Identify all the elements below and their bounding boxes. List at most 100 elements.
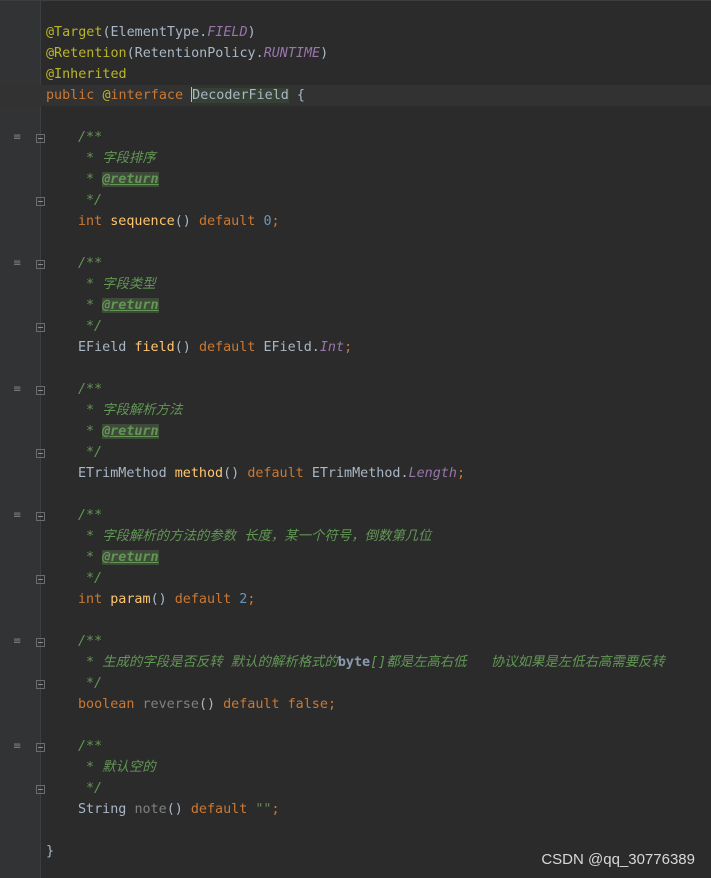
doc-comment: * 生成的字段是否反转 默认的解析格式的: [86, 655, 338, 670]
code-line[interactable]: * @return: [0, 547, 711, 568]
code-line[interactable]: */: [0, 316, 711, 337]
doc-comment: /**: [78, 382, 103, 397]
keyword: default: [223, 697, 288, 712]
code-line[interactable]: int sequence() default 0;: [0, 211, 711, 232]
code-line[interactable]: * 字段类型: [0, 274, 711, 295]
number-literal: 0: [263, 214, 272, 229]
doc-tag: @return: [102, 172, 159, 187]
boolean-literal: false: [287, 697, 328, 712]
code-text: ): [247, 25, 256, 40]
semicolon: ;: [271, 214, 280, 229]
code-line[interactable]: * 默认空的: [0, 757, 711, 778]
code-line[interactable]: boolean reverse() default false;: [0, 694, 711, 715]
code-line[interactable]: @Inherited: [0, 64, 711, 85]
method-name: field: [134, 340, 175, 355]
annotation: @: [102, 88, 111, 103]
code-text: (): [150, 592, 175, 607]
code-text: (): [174, 214, 199, 229]
keyword: int: [78, 214, 111, 229]
method-name: sequence: [110, 214, 175, 229]
code-text: (): [166, 802, 191, 817]
doc-comment: */: [86, 571, 103, 586]
doc-comment: /**: [78, 634, 103, 649]
doc-comment: /**: [78, 130, 103, 145]
code-line[interactable]: ETrimMethod method() default ETrimMethod…: [0, 463, 711, 484]
type-name: ETrimMethod.: [311, 466, 409, 481]
doc-comment: /**: [78, 739, 103, 754]
semicolon: ;: [456, 466, 465, 481]
code-line-current[interactable]: public @interface DecoderField {: [0, 85, 711, 106]
semicolon: ;: [247, 592, 256, 607]
code-line[interactable]: * @return: [0, 421, 711, 442]
doc-comment: */: [86, 319, 103, 334]
code-line[interactable]: */: [0, 673, 711, 694]
code-line[interactable]: int param() default 2;: [0, 589, 711, 610]
code-line[interactable]: /**: [0, 253, 711, 274]
doc-comment: */: [86, 445, 103, 460]
code-line[interactable]: EField field() default EField.Int;: [0, 337, 711, 358]
code-line[interactable]: @Retention(RetentionPolicy.RUNTIME): [0, 43, 711, 64]
doc-tag: @return: [102, 298, 159, 313]
doc-comment: */: [86, 193, 103, 208]
type-name: EField: [78, 340, 135, 355]
code-line[interactable]: * 字段解析的方法的参数 长度，某一个符号，倒数第几位: [0, 526, 711, 547]
enum-constant: FIELD: [207, 25, 248, 40]
code-line[interactable]: * 生成的字段是否反转 默认的解析格式的byte[]都是左高右低 协议如果是左低…: [0, 652, 711, 673]
doc-comment: []都是左高右低 协议如果是左低右高需要反转: [370, 655, 665, 670]
keyword: default: [198, 214, 264, 229]
keyword: default: [174, 592, 240, 607]
semicolon: ;: [344, 340, 353, 355]
keyword: default: [198, 340, 264, 355]
keyword: boolean: [78, 697, 143, 712]
doc-comment: */: [86, 781, 103, 796]
code-line[interactable]: * 字段排序: [0, 148, 711, 169]
code-line[interactable]: /**: [0, 379, 711, 400]
annotation: @Retention: [46, 46, 127, 61]
doc-code: byte: [337, 655, 371, 670]
type-name: ETrimMethod: [78, 466, 175, 481]
watermark: CSDN @qq_30776389: [541, 851, 695, 868]
enum-constant: Int: [319, 340, 345, 355]
code-line[interactable]: */: [0, 442, 711, 463]
enum-constant: RUNTIME: [263, 46, 321, 61]
closing-brace: }: [46, 844, 55, 859]
semicolon: ;: [271, 802, 280, 817]
doc-comment: * 默认空的: [86, 760, 156, 775]
doc-tag: @return: [102, 550, 159, 565]
doc-tag: @return: [102, 424, 159, 439]
code-line[interactable]: /**: [0, 736, 711, 757]
keyword: public: [46, 88, 103, 103]
doc-comment: * 字段解析方法: [86, 403, 183, 418]
code-text: (RetentionPolicy.: [126, 46, 264, 61]
code-line[interactable]: */: [0, 190, 711, 211]
annotation: @Target: [46, 25, 103, 40]
type-name: EField.: [263, 340, 320, 355]
doc-comment: * 字段排序: [86, 151, 156, 166]
keyword: interface: [110, 88, 192, 103]
code-line[interactable]: /**: [0, 631, 711, 652]
code-text: (ElementType.: [102, 25, 208, 40]
method-name: reverse: [142, 697, 199, 712]
doc-comment: */: [86, 676, 103, 691]
code-line[interactable]: * 字段解析方法: [0, 400, 711, 421]
keyword: int: [78, 592, 111, 607]
doc-comment: * 字段解析的方法的参数 长度，某一个符号，倒数第几位: [86, 529, 432, 544]
enum-constant: Length: [408, 466, 457, 481]
type-name: String: [78, 802, 135, 817]
code-line[interactable]: */: [0, 778, 711, 799]
method-name: param: [110, 592, 151, 607]
code-line[interactable]: String note() default "";: [0, 799, 711, 820]
annotation: @Inherited: [46, 67, 127, 82]
keyword: default: [247, 466, 312, 481]
code-line[interactable]: /**: [0, 127, 711, 148]
code-line[interactable]: */: [0, 568, 711, 589]
code-line[interactable]: * @return: [0, 295, 711, 316]
code-line[interactable]: @Target(ElementType.FIELD): [0, 22, 711, 43]
code-line[interactable]: * @return: [0, 169, 711, 190]
doc-comment: /**: [78, 508, 103, 523]
code-text: (): [198, 697, 224, 712]
code-text: (): [223, 466, 248, 481]
doc-comment: /**: [78, 256, 103, 271]
method-name: method: [174, 466, 224, 481]
code-line[interactable]: /**: [0, 505, 711, 526]
